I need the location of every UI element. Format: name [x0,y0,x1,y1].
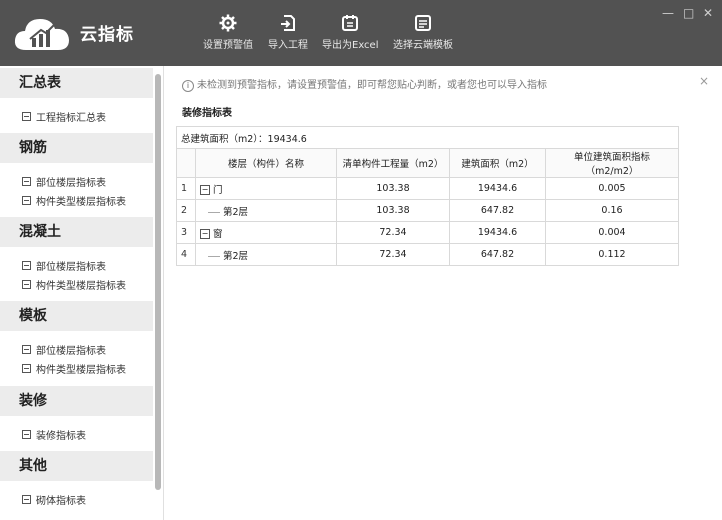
column-header-name[interactable]: 楼层（构件）名称 [195,148,337,178]
list-icon [22,280,31,289]
table-title: 装修指标表 [182,108,232,119]
tree-line [208,211,220,213]
section-summary[interactable]: 汇总表 [0,68,153,98]
list-icon [22,345,31,354]
cloud-logo-icon [14,19,69,50]
tree-line [208,255,220,257]
close-notice-button[interactable]: × [699,74,709,88]
main-panel: i 未检测到预警指标，请设置预警值，即可帮您贴心判断，或者您也可以导入指标 × 装… [164,66,722,520]
gear-icon [219,14,237,32]
section-other[interactable]: 其他 [0,451,153,481]
table-row[interactable]: 3 − 窗 72.34 19434.6 0.004 [176,221,679,244]
template-icon [415,15,431,31]
sidebar-item-concrete-type[interactable]: 构件类型楼层指标表 [22,277,126,292]
column-header-index[interactable]: 单位建筑面积指标（m2/m2） [545,148,679,178]
section-concrete[interactable]: 混凝土 [0,217,153,247]
section-rebar[interactable]: 钢筋 [0,133,153,163]
collapse-toggle[interactable]: − [200,185,210,195]
list-icon [22,196,31,205]
table-header: 楼层（构件）名称 清单构件工程量（m2） 建筑面积（m2） 单位建筑面积指标（m… [176,148,679,178]
column-header-quantity[interactable]: 清单构件工程量（m2） [336,148,450,178]
sidebar-item-project-summary[interactable]: 工程指标汇总表 [22,109,106,124]
list-icon [22,495,31,504]
sidebar-item-decoration[interactable]: 装修指标表 [22,427,86,442]
section-decoration[interactable]: 装修 [0,386,153,416]
section-formwork[interactable]: 模板 [0,301,153,331]
app-title: 云指标 [80,25,134,45]
list-icon [22,261,31,270]
list-icon [22,364,31,373]
minimize-button[interactable]: — [662,6,674,20]
import-icon [281,15,295,31]
decoration-index-table: 总建筑面积（m2）：19434.6 楼层（构件）名称 清单构件工程量（m2） 建… [176,126,679,266]
export-excel-button[interactable]: 导出为Excel [322,14,379,51]
row-number-header [176,148,196,178]
maximize-button[interactable]: □ [683,6,694,20]
title-bar: 云指标 设置预警值 导入工程 导出为Excel 选择云端模板 — □ ✕ [0,0,722,66]
list-icon [22,430,31,439]
sidebar-item-rebar-type[interactable]: 构件类型楼层指标表 [22,193,126,208]
list-icon [22,177,31,186]
sidebar-item-concrete-floor[interactable]: 部位楼层指标表 [22,258,106,273]
table-row[interactable]: 4 第2层 72.34 647.82 0.112 [176,243,679,266]
sidebar: 汇总表 工程指标汇总表 钢筋 部位楼层指标表 构件类型楼层指标表 混凝土 部位楼… [0,66,164,520]
column-header-area[interactable]: 建筑面积（m2） [449,148,546,178]
sidebar-item-masonry[interactable]: 砌体指标表 [22,492,86,507]
table-row[interactable]: 2 第2层 103.38 647.82 0.16 [176,199,679,222]
table-row[interactable]: 1 − 门 103.38 19434.6 0.005 [176,177,679,200]
set-warning-button[interactable]: 设置预警值 [203,14,253,51]
warning-notice: i 未检测到预警指标，请设置预警值，即可帮您贴心判断，或者您也可以导入指标 [182,76,547,92]
list-icon [22,112,31,121]
select-cloud-template-button[interactable]: 选择云端模板 [393,14,453,51]
total-area-summary: 总建筑面积（m2）：19434.6 [176,126,679,149]
sidebar-item-rebar-floor[interactable]: 部位楼层指标表 [22,174,106,189]
import-project-button[interactable]: 导入工程 [268,14,308,51]
close-window-button[interactable]: ✕ [703,6,713,20]
collapse-toggle[interactable]: − [200,229,210,239]
sidebar-item-formwork-type[interactable]: 构件类型楼层指标表 [22,361,126,376]
sidebar-item-formwork-floor[interactable]: 部位楼层指标表 [22,342,106,357]
sidebar-scrollbar[interactable] [155,74,161,490]
info-icon: i [182,80,194,92]
export-excel-icon [342,15,359,31]
